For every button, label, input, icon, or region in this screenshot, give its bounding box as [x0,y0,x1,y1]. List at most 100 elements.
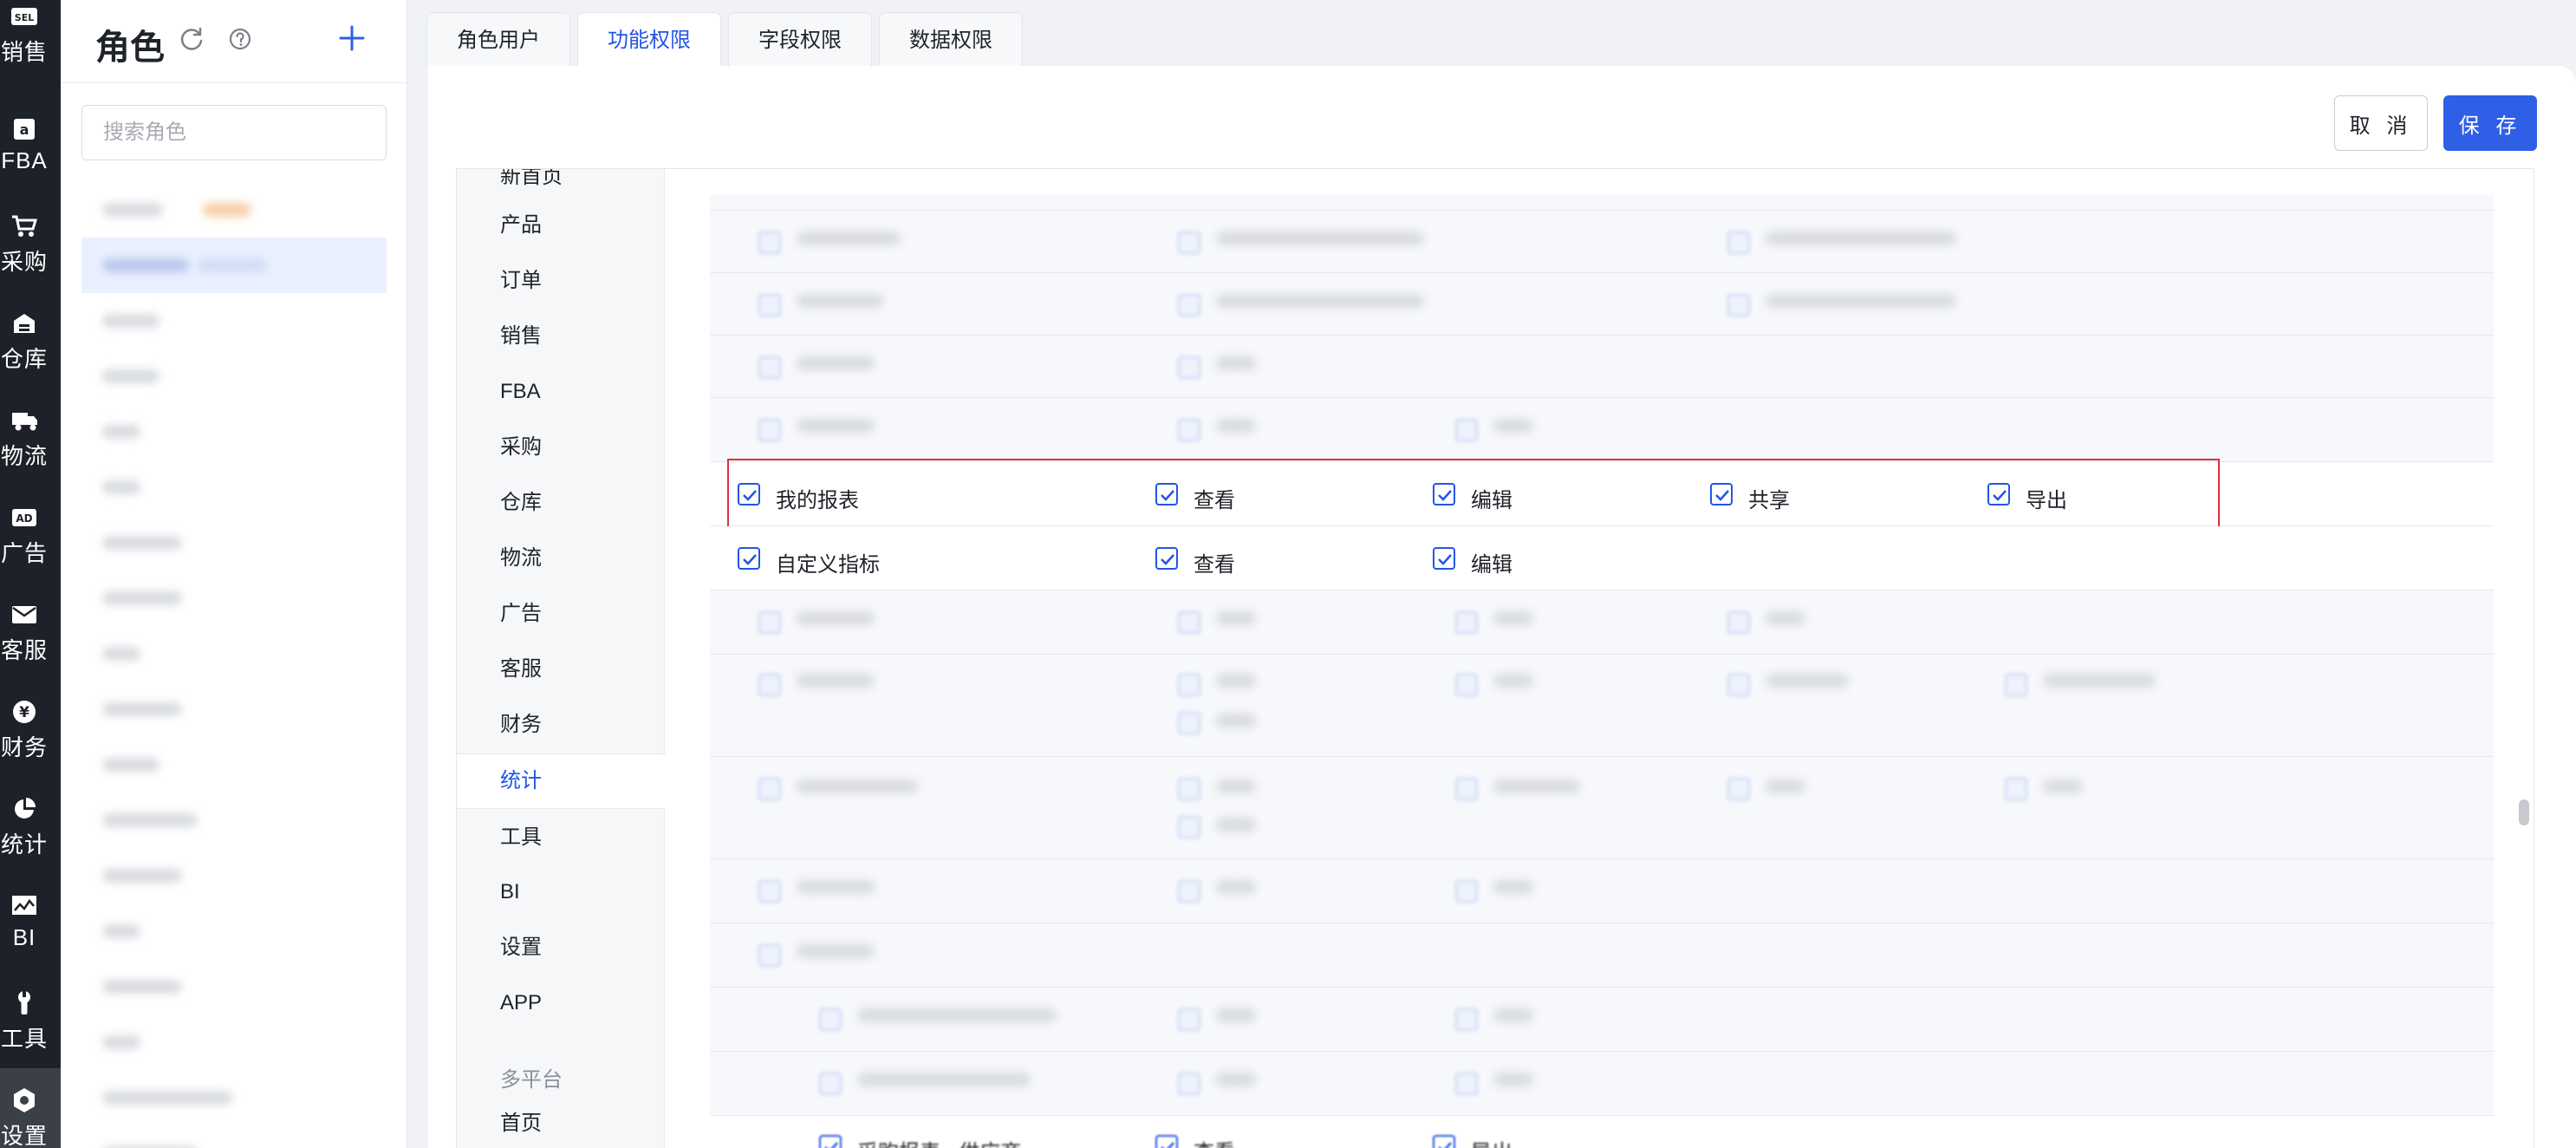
role-list-item[interactable] [81,1125,387,1148]
module-nav: 新首页 产品 订单 销售 FBA 采购 仓库 物流 广告 客服 财务 统计 工具… [457,169,665,1148]
role-list-item[interactable] [81,571,387,626]
rail-item-bi[interactable]: BI [0,874,61,961]
role-list-item[interactable] [81,349,387,404]
main-card: 取 消 保 存 新首页 产品 订单 销售 FBA 采购 仓库 物流 广告 客服 … [428,66,2576,1148]
rail-label: 工具 [0,1026,48,1052]
table-row-purchase-report-supplier: 采购报表 - 供应商 查看 导出 [710,1116,2494,1148]
rail-item-sales[interactable]: SEL 销售 [0,0,61,71]
scrollbar-thumb[interactable] [2519,799,2529,825]
permission-table: 我的报表 查看 编辑 共享 导出 自定义指标 查看 编辑 [710,195,2494,1148]
yen-icon: ¥ [11,699,37,725]
truck-icon [11,408,37,434]
rail-item-stats[interactable]: 统计 [0,777,61,864]
svg-text:¥: ¥ [19,704,29,721]
checkbox-checked-icon[interactable] [1433,547,1455,570]
role-list-item[interactable] [81,460,387,515]
permission-tabs: 角色用户 功能权限 字段权限 数据权限 [426,12,1030,68]
table-row-custom-metrics: 自定义指标 查看 编辑 [710,526,2494,590]
role-list-item[interactable] [81,1070,387,1125]
module-item[interactable]: 广告 [457,587,665,641]
action-label: 导出 [1471,1135,1512,1148]
rail-item-settings[interactable]: 设置 [0,1068,61,1148]
module-item[interactable]: 客服 [457,642,665,696]
refresh-icon[interactable] [179,26,205,52]
rail-label: 统计 [0,832,48,858]
module-item[interactable]: 财务 [457,698,665,752]
role-list-item[interactable] [81,793,387,848]
svg-text:AD: AD [16,512,32,525]
role-list-item[interactable] [81,959,387,1014]
role-panel-title: 角色 [95,29,165,67]
action-label: 查看 [1194,1135,1235,1148]
module-group-label: 多平台 [500,1068,563,1092]
rail-item-warehouse[interactable]: 仓库 [0,291,61,378]
rail-label: 财务 [0,734,48,760]
module-item[interactable]: 订单 [457,254,665,308]
rail-item-purchase[interactable]: 采购 [0,194,61,281]
add-role-icon[interactable] [336,23,368,54]
checkbox-checked-icon[interactable] [1155,1135,1178,1148]
role-list-item[interactable] [81,848,387,903]
role-list-item[interactable] [81,626,387,682]
table-row [710,590,2494,655]
rail-item-ads[interactable]: AD 广告 [0,486,61,572]
checkbox-checked-icon[interactable] [819,1135,842,1148]
rail-item-fba[interactable]: a FBA [0,97,61,184]
role-list-item[interactable] [81,903,387,959]
table-row [710,336,2494,398]
amazon-icon: a [11,116,37,142]
help-icon[interactable] [227,26,253,52]
table-row [710,273,2494,336]
checkbox-checked-icon[interactable] [738,547,760,570]
wrench-icon [11,990,37,1016]
module-item[interactable]: 采购 [457,421,665,474]
role-list-item[interactable] [81,1014,387,1070]
svg-text:SEL: SEL [15,12,34,23]
module-item[interactable]: APP [457,976,665,1030]
rail-label: 采购 [0,249,48,275]
rail-label: BI [12,924,36,950]
module-item[interactable]: 产品 [457,199,665,252]
role-list-item[interactable] [81,682,387,737]
module-item[interactable]: 仓库 [457,476,665,530]
role-list-item[interactable] [81,293,387,349]
role-list-item[interactable] [81,238,387,293]
table-row [710,923,2494,988]
rail-item-finance[interactable]: ¥ 财务 [0,680,61,766]
permission-name: 采购报表 - 供应商 [857,1135,1021,1148]
module-item[interactable]: 工具 [457,811,665,864]
checkbox-checked-icon[interactable] [1433,1135,1455,1148]
tab-function-permissions[interactable]: 功能权限 [577,12,721,68]
rail-label: 设置 [0,1123,48,1148]
module-item[interactable]: BI [457,865,665,919]
role-search-input[interactable] [81,105,387,160]
cancel-button[interactable]: 取 消 [2334,95,2428,151]
checkbox-checked-icon[interactable] [1155,547,1178,570]
pie-chart-icon [11,796,37,822]
rail-item-tools[interactable]: 工具 [0,971,61,1058]
table-row [710,757,2494,859]
tab-role-users[interactable]: 角色用户 [426,12,570,68]
role-list-item[interactable] [81,515,387,571]
tab-field-permissions[interactable]: 字段权限 [728,12,872,68]
save-button[interactable]: 保 存 [2443,95,2537,151]
table-row [710,211,2494,273]
rail-item-logistics[interactable]: 物流 [0,388,61,475]
module-item-active[interactable]: 统计 [457,753,665,809]
rail-item-service[interactable]: 客服 [0,583,61,669]
svg-text:a: a [20,121,29,138]
module-item[interactable]: 物流 [457,532,665,585]
module-item[interactable]: 设置 [457,921,665,975]
cart-icon [11,213,37,239]
module-item[interactable]: 首页 [457,1097,665,1148]
module-item[interactable]: FBA [457,365,665,419]
tab-data-permissions[interactable]: 数据权限 [879,12,1023,68]
table-row [710,195,2494,211]
role-list-item[interactable] [81,182,387,238]
table-row [710,859,2494,923]
role-panel-header: 角色 [61,0,407,83]
role-list-item[interactable] [81,737,387,793]
role-list-item[interactable] [81,404,387,460]
module-item[interactable]: 销售 [457,310,665,363]
rail-label: 仓库 [0,346,48,372]
